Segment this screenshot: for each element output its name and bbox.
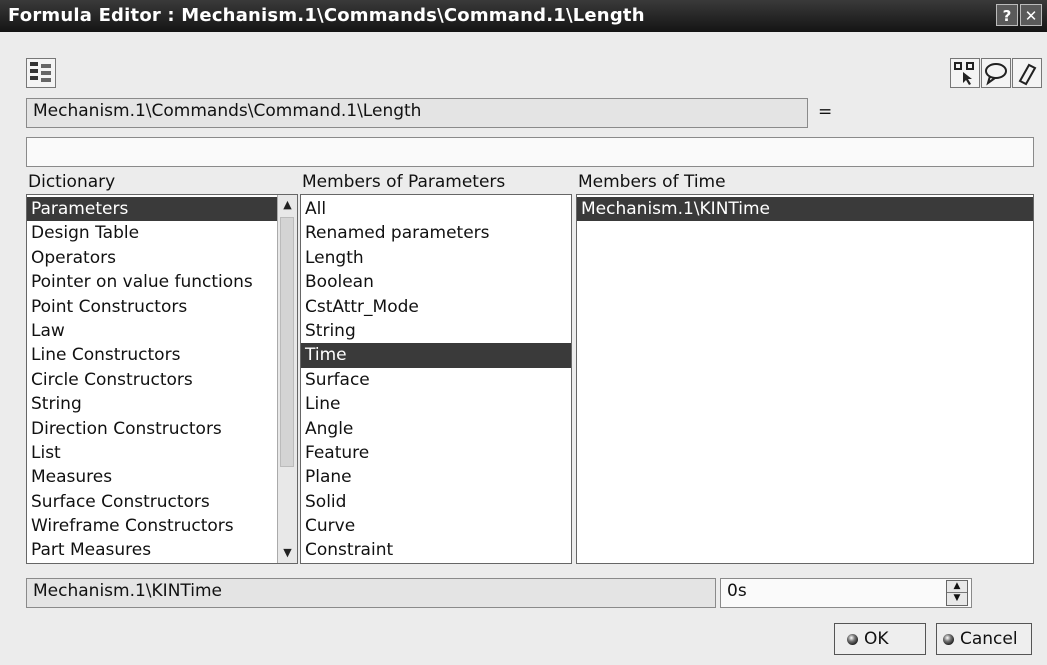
parameter-member-item[interactable]: All xyxy=(301,197,571,221)
window-title: Formula Editor : Mechanism.1\Commands\Co… xyxy=(8,5,645,26)
dictionary-item[interactable]: Parameters xyxy=(27,197,277,222)
erase-icon[interactable] xyxy=(1012,58,1042,88)
value-input[interactable]: 0s xyxy=(720,578,972,608)
help-button[interactable]: ? xyxy=(996,4,1018,26)
parameter-member-item[interactable]: Boolean xyxy=(301,270,571,294)
scroll-up-icon[interactable]: ▲ xyxy=(278,196,297,214)
dictionary-label: Dictionary xyxy=(28,172,116,192)
ok-indicator-icon xyxy=(847,633,858,645)
members-time-label: Members of Time xyxy=(578,172,726,192)
selected-member-field: Mechanism.1\KINTime xyxy=(26,578,716,608)
parameter-member-item[interactable]: Constraint xyxy=(301,538,571,562)
dictionary-item[interactable]: Measures xyxy=(27,465,277,489)
parameter-tree-icon[interactable] xyxy=(26,58,56,88)
dictionary-item[interactable]: List xyxy=(27,441,277,465)
parameter-member-item[interactable]: Renamed parameters xyxy=(301,221,571,245)
parameter-member-item[interactable]: Feature xyxy=(301,441,571,465)
comment-icon[interactable] xyxy=(981,58,1011,88)
dictionary-item[interactable]: String xyxy=(27,392,277,416)
dictionary-item[interactable]: Surface Constructors xyxy=(27,490,277,514)
parameter-member-item[interactable]: Line xyxy=(301,392,571,416)
dictionary-item[interactable]: Wireframe Constructors xyxy=(27,514,277,538)
dictionary-item[interactable]: Part Measures xyxy=(27,538,277,562)
title-bar: Formula Editor : Mechanism.1\Commands\Co… xyxy=(0,0,1047,32)
parameter-member-item[interactable]: Time xyxy=(301,343,571,368)
dictionary-item[interactable]: Pointer on value functions xyxy=(27,270,277,294)
members-parameters-list[interactable]: All Renamed parameters Length Boolean CstAtt… xyxy=(300,194,572,564)
members-parameters-label: Members of Parameters xyxy=(302,172,506,192)
parameter-member-item[interactable]: Length xyxy=(301,246,571,270)
dictionary-item[interactable]: Design Table xyxy=(27,221,277,245)
scroll-thumb[interactable] xyxy=(280,217,294,467)
parameter-member-item[interactable]: Angle xyxy=(301,417,571,441)
close-button[interactable]: ✕ xyxy=(1020,4,1042,26)
dictionary-item[interactable]: Direction Constructors xyxy=(27,417,277,441)
dictionary-item[interactable]: Circle Constructors xyxy=(27,368,277,392)
parameter-member-item[interactable]: Surface xyxy=(301,368,571,392)
cancel-indicator-icon xyxy=(943,633,954,645)
scroll-down-icon[interactable]: ▼ xyxy=(278,544,297,562)
spinner-up-icon[interactable]: ▲ xyxy=(947,581,967,592)
cancel-button[interactable]: Cancel xyxy=(936,623,1032,655)
cancel-label: Cancel xyxy=(960,629,1018,649)
parameter-member-item[interactable]: CstAttr_Mode xyxy=(301,295,571,319)
parameter-member-item[interactable]: Solid xyxy=(301,490,571,514)
parameter-member-item[interactable]: String xyxy=(301,319,571,343)
selection-tool-icon[interactable] xyxy=(950,58,980,88)
value-spinner[interactable]: ▲ ▼ xyxy=(946,580,968,606)
time-member-item[interactable]: Mechanism.1\KINTime xyxy=(577,197,1033,222)
ok-label: OK xyxy=(864,629,889,649)
equals-sign: = xyxy=(818,102,833,122)
dictionary-item[interactable]: Operators xyxy=(27,246,277,270)
parameter-path-field: Mechanism.1\Commands\Command.1\Length xyxy=(26,98,808,128)
dictionary-item[interactable]: Law xyxy=(27,319,277,343)
members-time-list[interactable]: Mechanism.1\KINTime xyxy=(576,194,1034,564)
ok-button[interactable]: OK xyxy=(834,623,926,655)
dictionary-item[interactable]: Point Constructors xyxy=(27,295,277,319)
formula-expression-input[interactable] xyxy=(26,137,1034,167)
dictionary-scrollbar[interactable]: ▲ ▼ xyxy=(277,195,297,563)
parameter-member-item[interactable]: Curve xyxy=(301,514,571,538)
spinner-down-icon[interactable]: ▼ xyxy=(947,592,967,604)
dictionary-item[interactable]: Line Constructors xyxy=(27,343,277,367)
dictionary-list[interactable]: Parameters Design Table Operators Pointer o… xyxy=(26,194,298,564)
parameter-member-item[interactable]: Plane xyxy=(301,465,571,489)
